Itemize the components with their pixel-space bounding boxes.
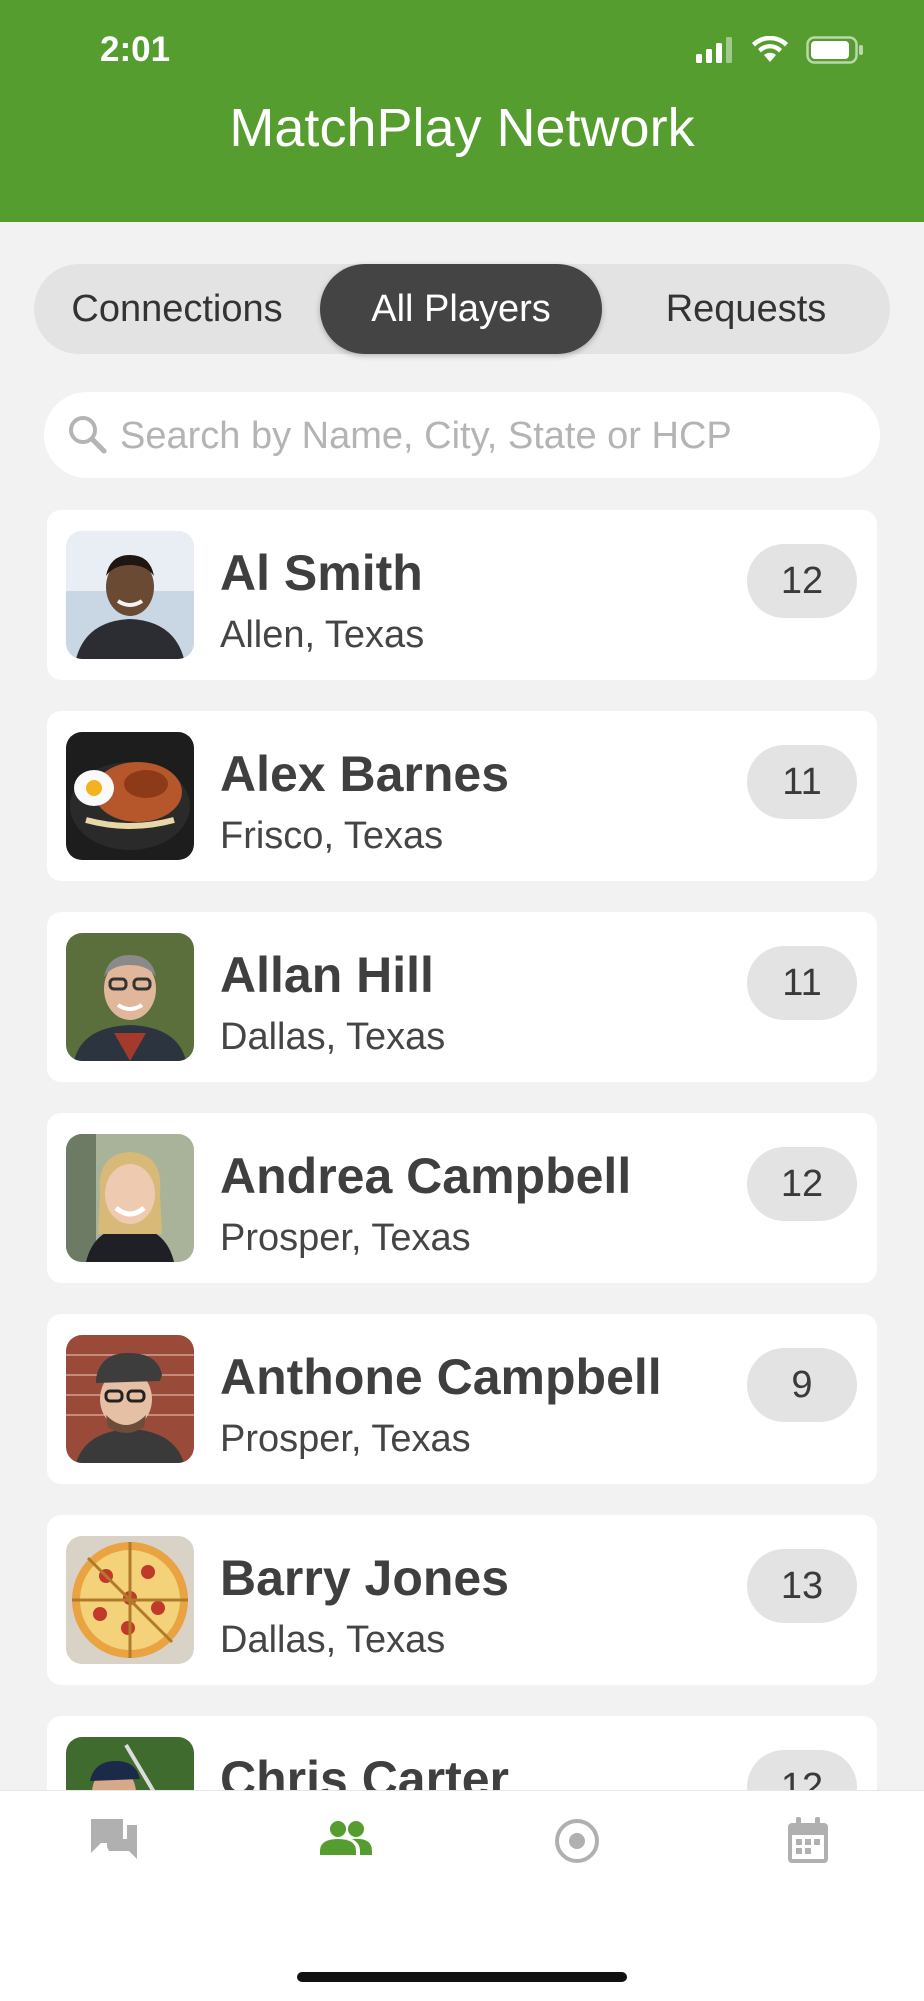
- avatar: [66, 1134, 194, 1262]
- bottom-tab-bar: [0, 1790, 924, 2001]
- player-location: Allen, Texas: [220, 614, 425, 656]
- player-card[interactable]: Allan Hill Dallas, Texas 11: [47, 912, 877, 1082]
- people-icon: [316, 1821, 376, 1875]
- player-location: Frisco, Texas: [220, 815, 444, 857]
- chat-icon: [85, 1819, 145, 1875]
- player-name: Allan Hill: [220, 947, 434, 1003]
- player-card[interactable]: Anthone Campbell Prosper, Texas 9: [47, 1314, 877, 1484]
- handicap-badge: 11: [747, 745, 857, 819]
- handicap-badge: 11: [747, 946, 857, 1020]
- target-icon: [547, 1819, 607, 1875]
- tab-players[interactable]: [316, 1811, 376, 1871]
- avatar: [66, 1536, 194, 1664]
- avatar: [66, 531, 194, 659]
- player-location: Dallas, Texas: [220, 1619, 446, 1661]
- player-location: Prosper, Texas: [220, 1217, 471, 1259]
- player-name: Chris Carter: [220, 1751, 509, 1790]
- avatar: [66, 1737, 194, 1790]
- player-location: Prosper, Texas: [220, 1418, 471, 1460]
- handicap-badge: 12: [747, 1147, 857, 1221]
- player-name: Andrea Campbell: [220, 1148, 632, 1204]
- player-name: Alex Barnes: [220, 746, 510, 802]
- player-card[interactable]: Barry Jones Dallas, Texas 13: [47, 1515, 877, 1685]
- avatar: [66, 732, 194, 860]
- player-name: Barry Jones: [220, 1550, 510, 1606]
- player-card[interactable]: Alex Barnes Frisco, Texas 11: [47, 711, 877, 881]
- handicap-badge: 9: [747, 1348, 857, 1422]
- tab-calendar[interactable]: [778, 1811, 838, 1871]
- calendar-icon: [778, 1817, 838, 1875]
- home-indicator: [297, 1972, 627, 1982]
- handicap-badge: 12: [747, 1750, 857, 1790]
- tab-play[interactable]: [547, 1811, 607, 1871]
- handicap-badge: 13: [747, 1549, 857, 1623]
- avatar: [66, 1335, 194, 1463]
- avatar: [66, 933, 194, 1061]
- player-card[interactable]: Al Smith Allen, Texas 12: [47, 510, 877, 680]
- player-location: Dallas, Texas: [220, 1016, 446, 1058]
- tab-messages[interactable]: [85, 1811, 145, 1871]
- handicap-badge: 12: [747, 544, 857, 618]
- player-card[interactable]: Andrea Campbell Prosper, Texas 12: [47, 1113, 877, 1283]
- player-card[interactable]: Chris Carter 12: [47, 1716, 877, 1790]
- player-name: Al Smith: [220, 545, 423, 601]
- player-list[interactable]: Al Smith Allen, Texas 12 Alex Barnes Fri…: [0, 0, 924, 1790]
- player-name: Anthone Campbell: [220, 1349, 662, 1405]
